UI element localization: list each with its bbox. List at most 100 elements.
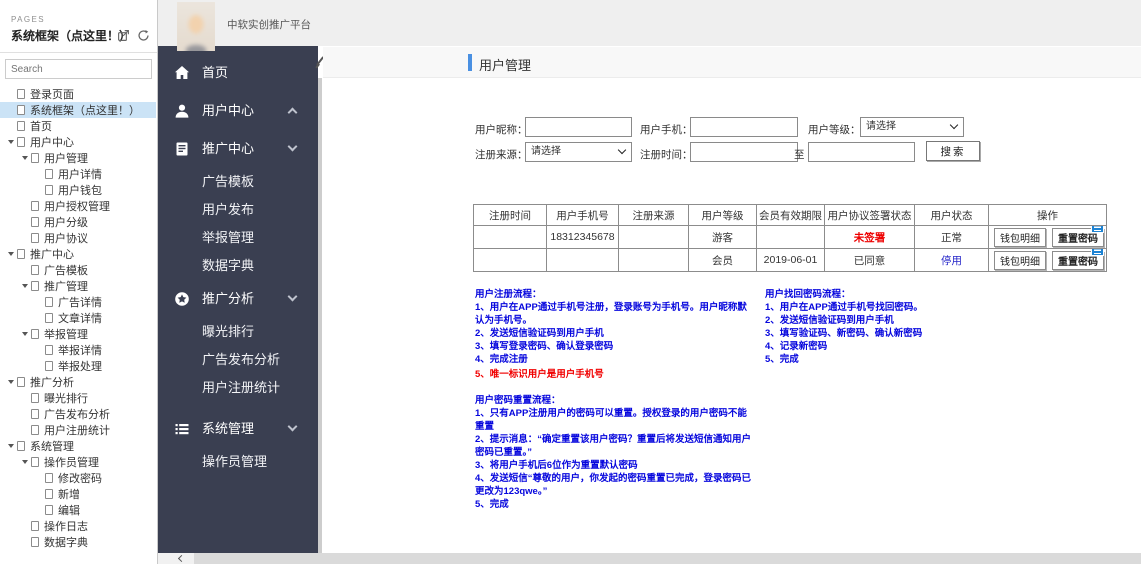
cell-level: 游客 [688, 225, 757, 249]
page-icon [31, 457, 39, 467]
tree-item[interactable]: 用户中心 [0, 134, 156, 150]
tree-item[interactable]: 用户协议 [0, 230, 156, 246]
chevron-down-icon [287, 291, 298, 302]
expand-arrow-icon[interactable] [19, 332, 31, 336]
wallet-detail-button[interactable]: 钱包明细 [994, 250, 1047, 270]
sitemap-tree: 登录页面 系统框架（点这里！） 首页 用户中心 用户管理 用户详情 用户钱包 用… [0, 86, 156, 550]
source-select[interactable]: 请选择 [525, 142, 632, 162]
tree-item[interactable]: 用户详情 [0, 166, 156, 182]
tree-item[interactable]: 用户注册统计 [0, 422, 156, 438]
table-row: 会员 2019-06-01 已同意 停用 钱包明细 重置密码 [473, 248, 1107, 272]
tree-item[interactable]: 文章详情 [0, 310, 156, 326]
chevron-up-icon [287, 107, 298, 118]
to-label: 至 [794, 149, 805, 161]
tree-item[interactable]: 广告模板 [0, 262, 156, 278]
tree-item[interactable]: 举报处理 [0, 358, 156, 374]
table-row: 18312345678 游客 未签署 正常 钱包明细 重置密码 [473, 225, 1107, 249]
cell-valid [756, 225, 825, 249]
sitemap-panel: PAGES 系统框架（点这里！） 登录页面 系统框架（点这里！） 首页 用户中心… [0, 0, 158, 564]
main-content: 用户管理 用户昵称： 用户手机： 用户等级： 请选择 注册来源： 请选择 注册时… [323, 46, 1141, 553]
cell-agreement: 已同意 [824, 248, 915, 272]
tree-item[interactable]: 推广管理 [0, 278, 156, 294]
page-icon [31, 329, 39, 339]
expand-arrow-icon[interactable] [5, 380, 17, 384]
tree-item[interactable]: 用户管理 [0, 150, 156, 166]
annotation-icon[interactable] [1091, 226, 1104, 233]
expand-arrow-icon[interactable] [5, 140, 17, 144]
page-icon [17, 89, 25, 99]
nav-subitem-report-manage[interactable]: 举报管理 [158, 224, 318, 252]
tree-item[interactable]: 推广中心 [0, 246, 156, 262]
retrieve-password-note: 用户找回密码流程： 1、用户在APP通过手机号找回密码。 2、发送短信验证码到用… [765, 289, 923, 365]
divider [0, 52, 157, 53]
tree-item[interactable]: 广告发布分析 [0, 406, 156, 422]
annotation-icon[interactable] [1091, 249, 1104, 256]
page-icon [31, 217, 39, 227]
tree-item[interactable]: 系统管理 [0, 438, 156, 454]
tree-item[interactable]: 首页 [0, 118, 156, 134]
user-icon [175, 104, 189, 118]
nav-item-promo-analysis[interactable]: 推广分析 [158, 280, 318, 318]
nav-item-promo-center[interactable]: 推广中心 [158, 130, 318, 168]
open-in-window-icon[interactable] [117, 29, 130, 47]
nav-item-home[interactable]: 首页 [158, 54, 318, 92]
expand-arrow-icon[interactable] [19, 460, 31, 464]
page-icon [17, 377, 25, 387]
time-end-input[interactable] [808, 142, 915, 162]
page-icon [45, 313, 53, 323]
page-icon [17, 249, 25, 259]
content-vertical-scrollbar[interactable] [318, 78, 322, 553]
search-button[interactable]: 搜索 [926, 141, 980, 161]
tree-item[interactable]: 用户授权管理 [0, 198, 156, 214]
nav-subitem-operator-manage[interactable]: 操作员管理 [158, 448, 318, 476]
expand-arrow-icon[interactable] [19, 156, 31, 160]
tree-item[interactable]: 广告详情 [0, 294, 156, 310]
tree-item[interactable]: 数据字典 [0, 534, 156, 550]
app-window: PAGES 系统框架（点这里！） 登录页面 系统框架（点这里！） 首页 用户中心… [0, 0, 1141, 564]
nav-subitem-user-publish[interactable]: 用户发布 [158, 196, 318, 224]
wallet-detail-button[interactable]: 钱包明细 [994, 227, 1047, 247]
nav-item-user-center[interactable]: 用户中心 [158, 92, 318, 130]
star-circle-icon [175, 292, 189, 306]
phone-input[interactable] [690, 117, 798, 137]
tree-item[interactable]: 用户钱包 [0, 182, 156, 198]
expand-arrow-icon[interactable] [19, 284, 31, 288]
table-header-row: 注册时间 用户手机号 注册来源 用户等级 会员有效期限 用户协议签署状态 用户状… [473, 204, 1107, 226]
content-horizontal-scrollbar[interactable] [158, 553, 1141, 564]
tree-item[interactable]: 用户分级 [0, 214, 156, 230]
cell-phone: 18312345678 [546, 225, 619, 249]
tree-item[interactable]: 编辑 [0, 502, 156, 518]
cell-source [618, 248, 689, 272]
tree-item[interactable]: 登录页面 [0, 86, 156, 102]
nav-subitem-user-register-stats[interactable]: 用户注册统计 [158, 374, 318, 402]
tree-item[interactable]: 曝光排行 [0, 390, 156, 406]
document-icon [176, 142, 188, 156]
nav-item-system-manage[interactable]: 系统管理 [158, 410, 318, 448]
pages-heading: PAGES [11, 15, 45, 24]
tree-item[interactable]: 操作日志 [0, 518, 156, 534]
tree-item-selected[interactable]: 系统框架（点这里！） [0, 102, 156, 118]
nav-subitem-ad-publish-analysis[interactable]: 广告发布分析 [158, 346, 318, 374]
nav-subitem-ad-template[interactable]: 广告模板 [158, 168, 318, 196]
tree-item[interactable]: 举报管理 [0, 326, 156, 342]
page-icon [17, 441, 25, 451]
expand-arrow-icon[interactable] [5, 252, 17, 256]
page-icon [31, 153, 39, 163]
nav-subitem-exposure-rank[interactable]: 曝光排行 [158, 318, 318, 346]
time-start-input[interactable] [690, 142, 798, 162]
scroll-left-arrow-icon[interactable] [177, 554, 186, 563]
expand-arrow-icon[interactable] [5, 444, 17, 448]
tree-item[interactable]: 新增 [0, 486, 156, 502]
tree-item[interactable]: 修改密码 [0, 470, 156, 486]
nickname-input[interactable] [525, 117, 632, 137]
horizontal-scroll-thumb[interactable] [194, 553, 1141, 564]
tree-item[interactable]: 推广分析 [0, 374, 156, 390]
refresh-icon[interactable] [137, 29, 150, 47]
tree-item[interactable]: 操作员管理 [0, 454, 156, 470]
chevron-down-icon [287, 421, 298, 432]
sitemap-search-input[interactable] [5, 59, 152, 79]
tree-item[interactable]: 举报详情 [0, 342, 156, 358]
page-icon [45, 361, 53, 371]
level-select[interactable]: 请选择 [860, 117, 964, 137]
nav-subitem-data-dict[interactable]: 数据字典 [158, 252, 318, 280]
